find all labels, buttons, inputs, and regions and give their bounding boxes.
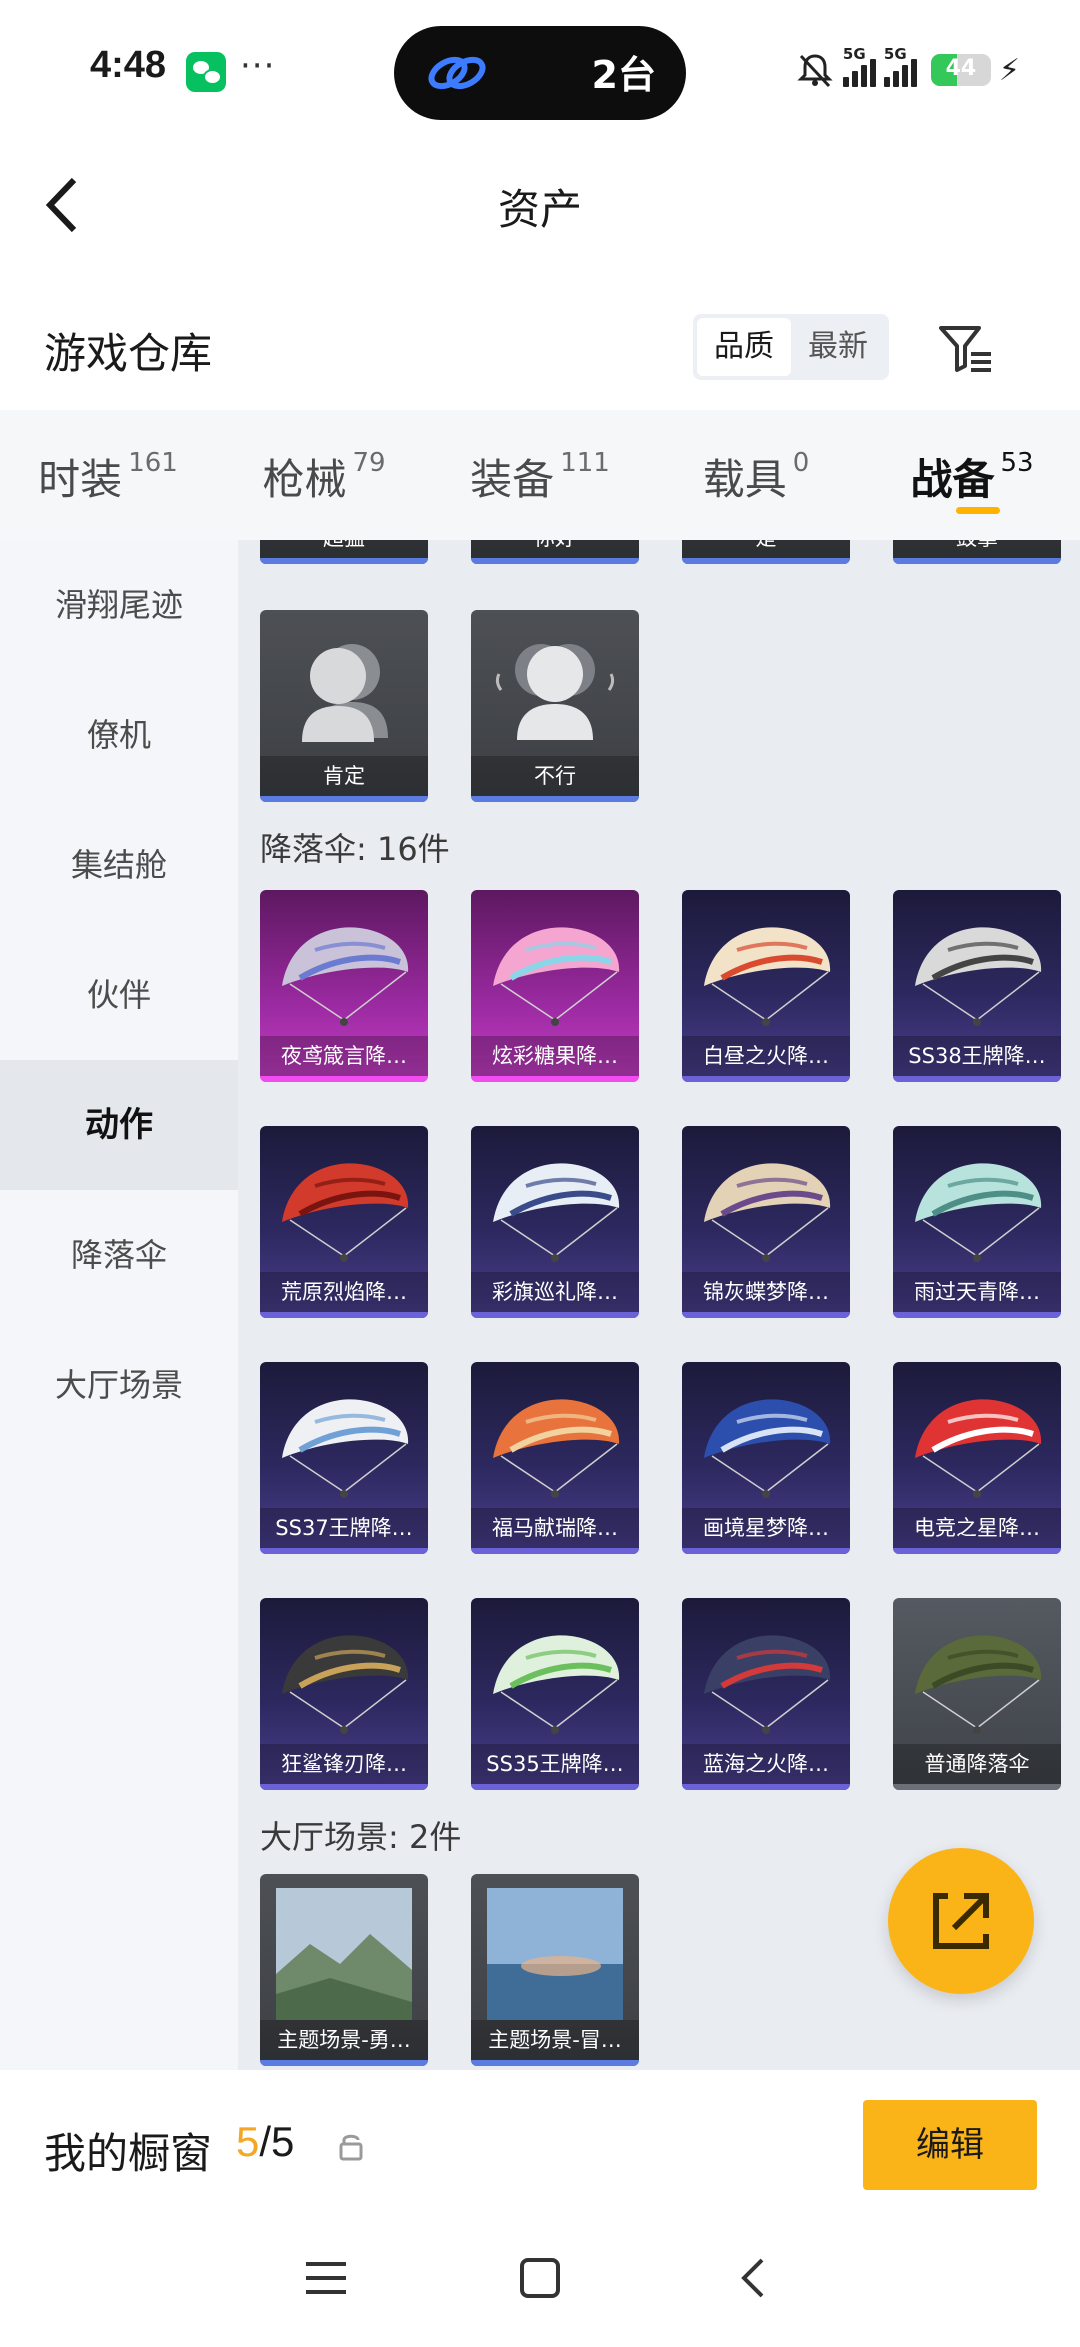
sort-quality-option[interactable]: 品质 <box>697 318 791 376</box>
sidebar-item-parachute[interactable]: 降落伞 <box>0 1190 238 1320</box>
status-time: 4:48 <box>90 44 167 86</box>
group-header-lobby-scene: 大厅场景: 2件 <box>260 1818 462 1856</box>
parachute-card[interactable]: 荒原烈焰降… <box>260 1126 428 1318</box>
mute-bell-icon <box>797 54 833 88</box>
parachute-card[interactable]: 福马献瑞降… <box>471 1362 639 1554</box>
item-card[interactable]: 超猛 <box>260 540 428 564</box>
parachute-label: 白昼之火降… <box>682 1036 850 1076</box>
tab-fashion[interactable]: 时装 161 <box>0 410 216 540</box>
system-nav-bar <box>0 2220 1080 2347</box>
parachute-card[interactable]: 画境星梦降… <box>682 1362 850 1554</box>
parachute-card[interactable]: 蓝海之火降… <box>682 1598 850 1790</box>
parachute-card[interactable]: 夜鸢箴言降… <box>260 890 428 1082</box>
item-card[interactable]: 是 <box>682 540 850 564</box>
parachute-label: 电竞之星降… <box>893 1508 1061 1548</box>
parachute-card[interactable]: 雨过天青降… <box>893 1126 1061 1318</box>
showcase-bar: 我的橱窗 5/5 编辑 <box>0 2070 1080 2220</box>
back-nav-icon[interactable] <box>724 2248 784 2308</box>
lock-icon <box>339 2134 363 2161</box>
category-tabs: 时装 161 枪械 79 装备 111 载具 0 战备 53 <box>0 410 1080 540</box>
more-notifications-icon: ··· <box>240 46 276 86</box>
charging-icon: ⚡ <box>998 52 1020 88</box>
filter-icon[interactable] <box>935 318 995 378</box>
showcase-label: 我的橱窗 <box>44 2129 213 2178</box>
edit-button[interactable]: 编辑 <box>863 2100 1037 2190</box>
item-grid: 超猛 你好 是 鼓掌 肯定 不行 降落伞: 16件 夜鸢箴言降… 炫彩糖果降… 白昼… <box>238 540 1080 2070</box>
parachute-card[interactable]: SS37王牌降… <box>260 1362 428 1554</box>
item-card[interactable]: 你好 <box>471 540 639 564</box>
sidebar: 滑翔尾迹 僚机 集结舱 伙伴 动作 降落伞 大厅场景 <box>0 540 238 2070</box>
dynamic-island[interactable]: 2台 <box>394 26 686 120</box>
section-row: 游戏仓库 品质 最新 <box>0 290 1080 410</box>
parachute-label: SS38王牌降… <box>893 1036 1061 1076</box>
section-title: 游戏仓库 <box>44 329 213 378</box>
tab-battle-gear[interactable]: 战备 53 <box>864 410 1080 540</box>
parachute-label: 炫彩糖果降… <box>471 1036 639 1076</box>
parachute-card[interactable]: 白昼之火降… <box>682 890 850 1082</box>
sidebar-item-emotes[interactable]: 动作 <box>0 1060 238 1190</box>
item-card[interactable]: 鼓掌 <box>893 540 1061 564</box>
parachute-label: 蓝海之火降… <box>682 1744 850 1784</box>
island-device-count: 2台 <box>591 53 656 97</box>
parachute-label: SS37王牌降… <box>260 1508 428 1548</box>
signal-icon: 5G <box>842 45 876 87</box>
parachute-label: 画境星梦降… <box>682 1508 850 1548</box>
showcase-count: 5/5 <box>236 2118 295 2165</box>
parachute-label: SS35王牌降… <box>471 1744 639 1784</box>
parachute-card[interactable]: 电竞之星降… <box>893 1362 1061 1554</box>
sidebar-item-lobby-scene[interactable]: 大厅场景 <box>0 1320 238 1450</box>
emote-card[interactable]: 肯定 <box>260 610 428 802</box>
wechat-icon <box>186 52 226 92</box>
link-icon <box>428 56 486 90</box>
parachute-card[interactable]: 普通降落伞 <box>893 1598 1061 1790</box>
parachute-card[interactable]: 炫彩糖果降… <box>471 890 639 1082</box>
sidebar-item-wingman[interactable]: 僚机 <box>0 670 238 800</box>
parachute-label: 普通降落伞 <box>893 1744 1061 1784</box>
parachute-label: 福马献瑞降… <box>471 1508 639 1548</box>
home-icon[interactable] <box>510 2248 570 2308</box>
parachute-label: 狂鲨锋刃降… <box>260 1744 428 1784</box>
status-indicators: 5G 5G 44 ⚡ <box>795 45 1020 94</box>
parachute-card[interactable]: 彩旗巡礼降… <box>471 1126 639 1318</box>
parachute-card[interactable]: SS35王牌降… <box>471 1598 639 1790</box>
emote-card[interactable]: 不行 <box>471 610 639 802</box>
status-bar: 4:48 ··· 2台 5G 5G 44 ⚡ <box>0 0 1080 140</box>
header: 资产 <box>0 140 1080 270</box>
parachute-label: 夜鸢箴言降… <box>260 1036 428 1076</box>
parachute-label: 彩旗巡礼降… <box>471 1272 639 1312</box>
signal-icon-2: 5G <box>883 45 917 87</box>
tab-weapons[interactable]: 枪械 79 <box>216 410 432 540</box>
lobby-scene-card[interactable]: 主题场景-勇… <box>260 1874 428 2066</box>
sort-toggle: 品质 最新 <box>693 314 889 380</box>
parachute-label: 荒原烈焰降… <box>260 1272 428 1312</box>
share-button[interactable] <box>888 1848 1034 1994</box>
parachute-label: 雨过天青降… <box>893 1272 1061 1312</box>
page-title: 资产 <box>497 185 582 234</box>
battery-icon: 44 <box>930 54 991 86</box>
sidebar-item-companion[interactable]: 伙伴 <box>0 930 238 1060</box>
parachute-card[interactable]: SS38王牌降… <box>893 890 1061 1082</box>
lobby-scene-card[interactable]: 主题场景-冒… <box>471 1874 639 2066</box>
tab-vehicles[interactable]: 载具 0 <box>648 410 864 540</box>
tab-equipment[interactable]: 装备 111 <box>432 410 648 540</box>
group-header-parachute: 降落伞: 16件 <box>260 830 450 868</box>
share-icon <box>933 1893 989 1949</box>
menu-icon[interactable] <box>296 2248 356 2308</box>
sidebar-item-rally-pod[interactable]: 集结舱 <box>0 800 238 930</box>
parachute-card[interactable]: 狂鲨锋刃降… <box>260 1598 428 1790</box>
sort-newest-option[interactable]: 最新 <box>791 318 885 376</box>
sidebar-item-glide-trail[interactable]: 滑翔尾迹 <box>0 540 238 670</box>
parachute-label: 锦灰蝶梦降… <box>682 1272 850 1312</box>
parachute-card[interactable]: 锦灰蝶梦降… <box>682 1126 850 1318</box>
